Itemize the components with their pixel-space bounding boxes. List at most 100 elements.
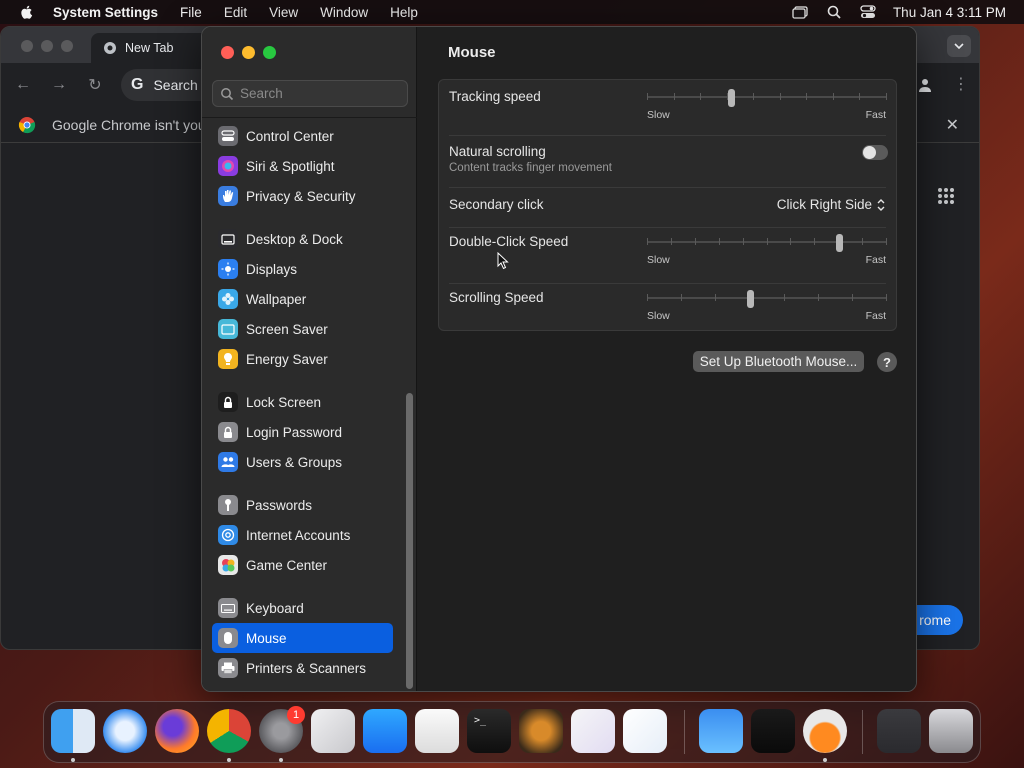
bulb-icon bbox=[218, 349, 238, 369]
tracking-speed-slider[interactable] bbox=[647, 89, 887, 107]
natural-scrolling-description: Content tracks finger movement bbox=[449, 162, 612, 174]
apps-grid-icon[interactable] bbox=[937, 187, 955, 205]
sidebar-item-keyboard[interactable]: Keyboard bbox=[212, 593, 393, 623]
app-store-icon[interactable] bbox=[363, 709, 407, 753]
chrome-favicon-icon bbox=[104, 42, 116, 54]
dock: >_ 1 bbox=[43, 701, 981, 763]
activity-monitor-icon[interactable] bbox=[751, 709, 795, 753]
preview-icon[interactable] bbox=[877, 709, 921, 753]
more-menu-icon[interactable]: ⋮ bbox=[953, 75, 969, 95]
sidebar-item-privacy-security[interactable]: Privacy & Security bbox=[212, 181, 393, 211]
back-arrow-icon[interactable]: ← bbox=[13, 75, 33, 95]
apple-icon[interactable] bbox=[19, 4, 35, 20]
help-button[interactable]: ? bbox=[877, 352, 897, 372]
notification-badge: 1 bbox=[287, 706, 305, 724]
potion-icon[interactable] bbox=[803, 709, 847, 753]
sidebar-item-label: Privacy & Security bbox=[246, 188, 356, 204]
sidebar-item-passwords[interactable]: Passwords bbox=[212, 490, 393, 520]
sidebar-item-label: Displays bbox=[246, 261, 298, 277]
chrome-window-controls bbox=[21, 40, 73, 52]
firefox-icon[interactable] bbox=[155, 709, 199, 753]
close-icon[interactable] bbox=[221, 46, 234, 59]
zoom-icon[interactable] bbox=[61, 40, 73, 52]
vscode-icon[interactable] bbox=[623, 709, 667, 753]
tracking-speed-label: Tracking speed bbox=[449, 89, 541, 104]
secondary-click-popup[interactable]: Click Right Side bbox=[777, 197, 886, 212]
omnibox-text: Search bbox=[153, 77, 198, 93]
control-center-icon[interactable] bbox=[859, 5, 877, 19]
zoom-icon[interactable] bbox=[263, 46, 276, 59]
slider-tick bbox=[806, 93, 808, 100]
sidebar-item-internet-accounts[interactable]: Internet Accounts bbox=[212, 520, 393, 550]
sidebar-item-login-password[interactable]: Login Password bbox=[212, 417, 393, 447]
sidebar-item-users-groups[interactable]: Users & Groups bbox=[212, 447, 393, 477]
safari-icon[interactable] bbox=[103, 709, 147, 753]
slider-tick bbox=[673, 93, 675, 100]
menu-file[interactable]: File bbox=[180, 5, 202, 20]
window-controls bbox=[221, 46, 276, 59]
tab-search-button[interactable] bbox=[947, 35, 971, 57]
flower-icon bbox=[218, 289, 238, 309]
minimize-icon[interactable] bbox=[41, 40, 53, 52]
search-input[interactable] bbox=[240, 86, 400, 101]
sidebar-item-label: Energy Saver bbox=[246, 351, 328, 367]
double-click-speed-slider[interactable] bbox=[647, 234, 887, 252]
sidebar-item-wallpaper[interactable]: Wallpaper bbox=[212, 284, 393, 314]
secondary-click-row: Secondary click Click Right Side bbox=[439, 188, 896, 228]
sidebar-item-lock-screen[interactable]: Lock Screen bbox=[212, 387, 393, 417]
launchpad-icon[interactable] bbox=[311, 709, 355, 753]
slider-knob[interactable] bbox=[747, 290, 755, 308]
printer-icon bbox=[218, 658, 238, 678]
menu-help[interactable]: Help bbox=[390, 5, 418, 20]
slider-tick bbox=[681, 294, 683, 301]
sidebar-item-displays[interactable]: Displays bbox=[212, 254, 393, 284]
garageband-icon[interactable] bbox=[519, 709, 563, 753]
close-icon[interactable] bbox=[21, 40, 33, 52]
sidebar-item-printers-scanners[interactable]: Printers & Scanners bbox=[212, 653, 393, 683]
sidebar-item-siri-spotlight[interactable]: Siri & Spotlight bbox=[212, 151, 393, 181]
slider-tick bbox=[886, 93, 887, 100]
sidebar-scrollbar[interactable] bbox=[406, 393, 413, 689]
sidebar-group-spacer bbox=[212, 477, 393, 490]
sidebar-item-mouse[interactable]: Mouse bbox=[212, 623, 393, 653]
scrolling-speed-slider[interactable] bbox=[647, 290, 887, 308]
menu-app-name[interactable]: System Settings bbox=[53, 5, 158, 20]
set-up-bluetooth-mouse-button[interactable]: Set Up Bluetooth Mouse... bbox=[693, 351, 864, 372]
slider-max-label: Fast bbox=[865, 310, 886, 322]
menu-edit[interactable]: Edit bbox=[224, 5, 247, 20]
chrome-icon[interactable] bbox=[207, 709, 251, 753]
scrolling-speed-label: Scrolling Speed bbox=[449, 290, 544, 305]
profile-icon[interactable] bbox=[917, 77, 933, 93]
textedit-icon[interactable] bbox=[415, 709, 459, 753]
minimize-icon[interactable] bbox=[242, 46, 255, 59]
menu-view[interactable]: View bbox=[269, 5, 298, 20]
settings-content: Mouse Tracking speed Slow Fast Natural s… bbox=[418, 27, 916, 691]
terminal-icon[interactable]: >_ bbox=[467, 709, 511, 753]
forward-arrow-icon[interactable]: → bbox=[49, 75, 69, 95]
sidebar-item-desktop-dock[interactable]: Desktop & Dock bbox=[212, 224, 393, 254]
close-icon[interactable]: ✕ bbox=[946, 115, 959, 135]
mouse-settings-panel: Tracking speed Slow Fast Natural scrolli… bbox=[438, 79, 897, 331]
visual-studio-icon[interactable] bbox=[571, 709, 615, 753]
menu-clock[interactable]: Thu Jan 4 3:11 PM bbox=[893, 5, 1006, 20]
trash-icon[interactable] bbox=[929, 709, 973, 753]
sidebar-item-screen-saver[interactable]: Screen Saver bbox=[212, 314, 393, 344]
google-g-icon: G bbox=[131, 76, 144, 93]
sidebar-item-label: Wallpaper bbox=[246, 291, 307, 307]
tab-title: New Tab bbox=[125, 41, 174, 55]
slider-tick bbox=[817, 294, 819, 301]
reload-icon[interactable]: ↻ bbox=[85, 75, 105, 95]
screen-mirroring-icon[interactable] bbox=[791, 5, 809, 19]
sidebar-item-control-center[interactable]: Control Center bbox=[212, 121, 393, 151]
menu-window[interactable]: Window bbox=[320, 5, 368, 20]
sidebar-search[interactable] bbox=[212, 80, 408, 107]
slider-knob[interactable] bbox=[836, 234, 843, 252]
sidebar-item-game-center[interactable]: Game Center bbox=[212, 550, 393, 580]
slider-knob[interactable] bbox=[728, 89, 735, 107]
weather-icon[interactable] bbox=[699, 709, 743, 753]
natural-scrolling-toggle[interactable] bbox=[862, 145, 888, 160]
sidebar-item-energy-saver[interactable]: Energy Saver bbox=[212, 344, 393, 374]
spotlight-search-icon[interactable] bbox=[825, 5, 843, 19]
finder-icon[interactable] bbox=[51, 709, 95, 753]
sidebar-item-label: Screen Saver bbox=[246, 321, 328, 337]
